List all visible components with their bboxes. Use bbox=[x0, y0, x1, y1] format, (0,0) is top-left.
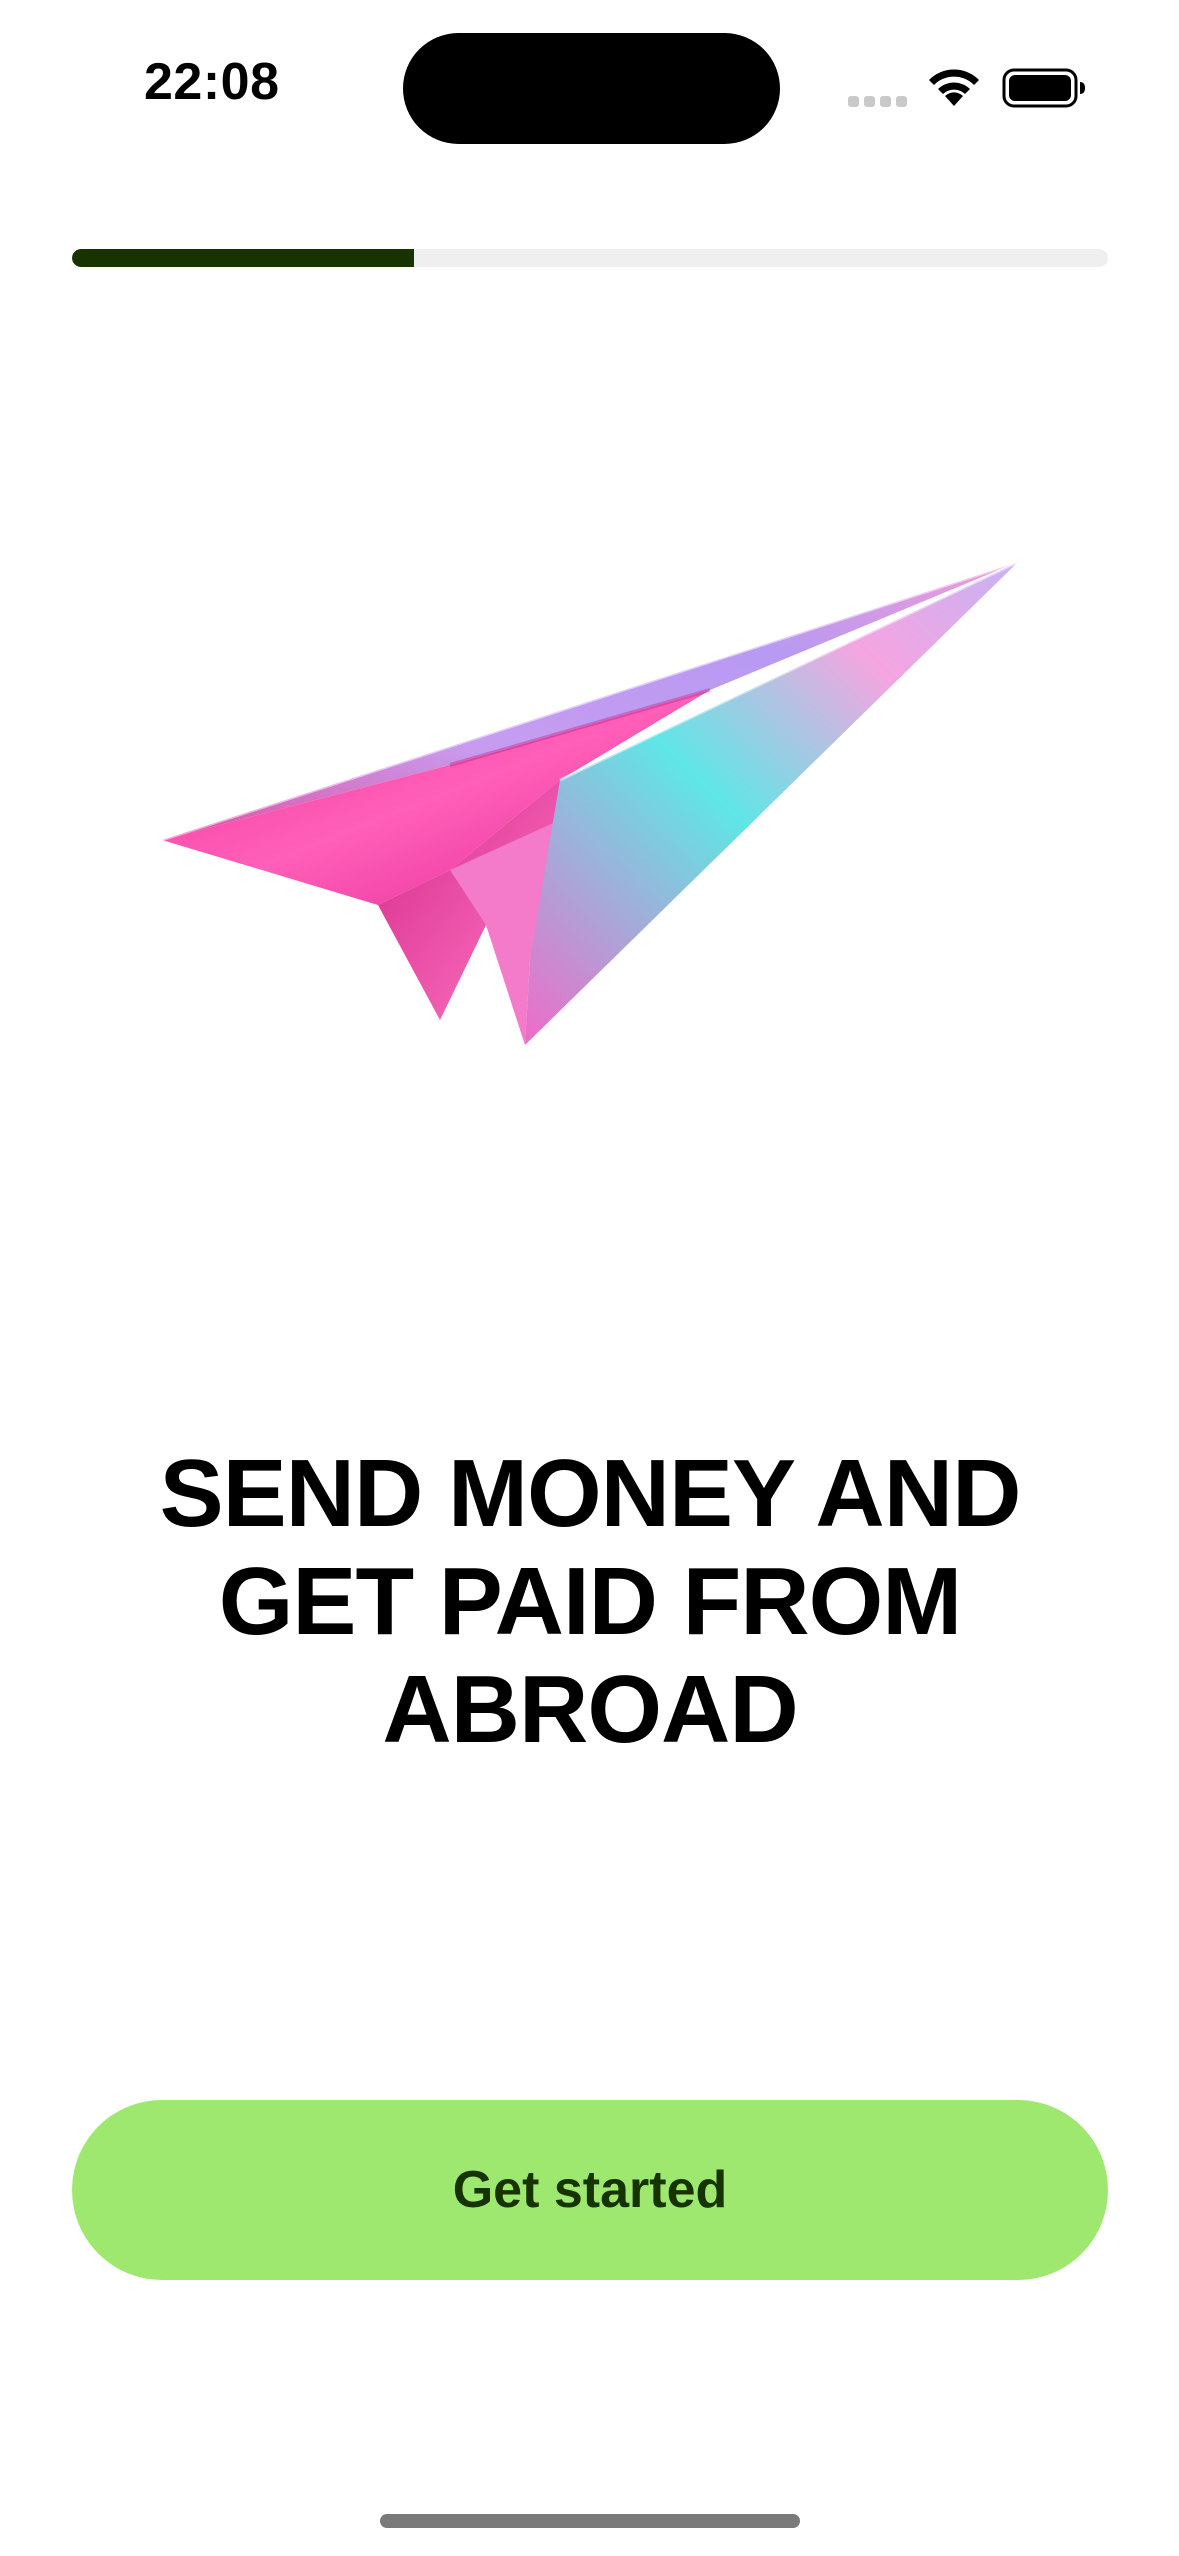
cellular-signal-icon bbox=[848, 96, 908, 108]
status-time: 22:08 bbox=[144, 53, 280, 111]
dynamic-island bbox=[403, 33, 780, 144]
home-indicator[interactable] bbox=[380, 2514, 800, 2528]
battery-icon bbox=[1002, 68, 1085, 108]
onboarding-headline: SEND MONEY AND GET PAID FROM ABROAD bbox=[159, 1440, 1022, 1763]
status-bar: 22:08 bbox=[0, 0, 1179, 180]
onboarding-progress-bar bbox=[72, 249, 1108, 267]
get-started-button[interactable]: Get started bbox=[72, 2100, 1108, 2280]
wifi-icon bbox=[929, 69, 979, 106]
paper-plane-illustration bbox=[161, 560, 1019, 1045]
onboarding-progress-fill bbox=[72, 249, 414, 267]
